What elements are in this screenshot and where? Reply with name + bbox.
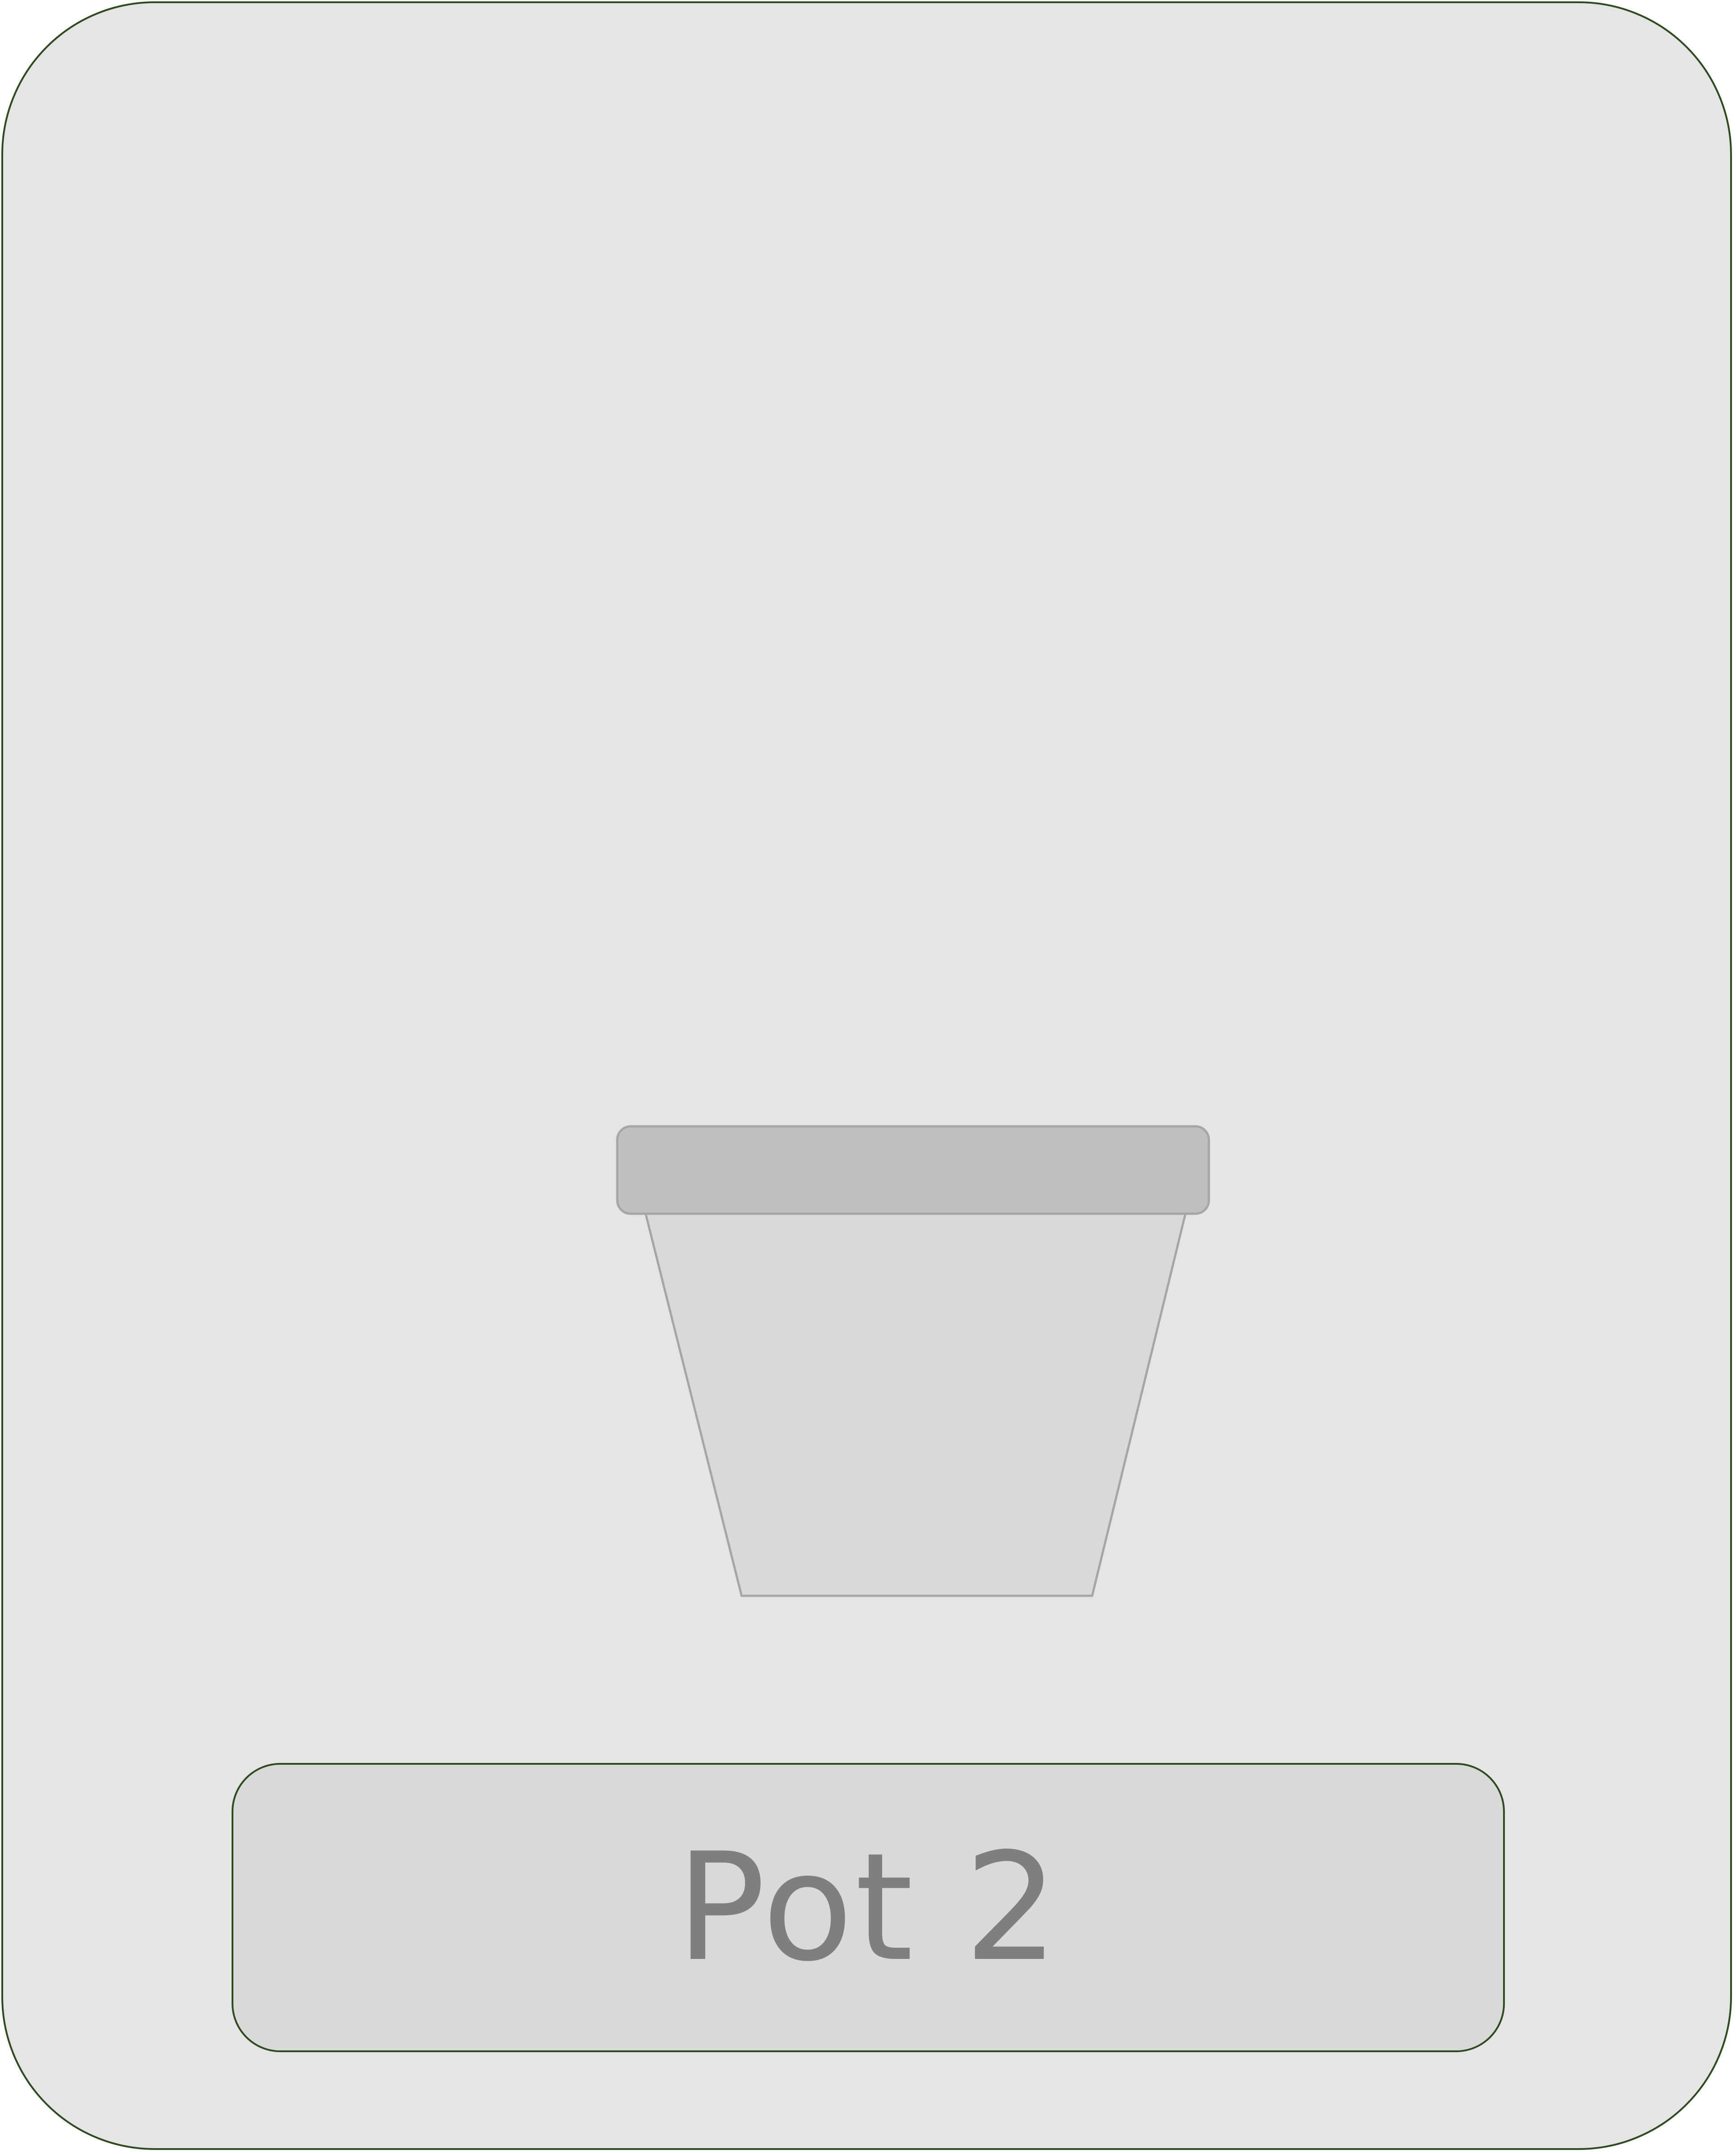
pot-rim <box>616 1125 1210 1215</box>
pot-label: Pot 2 <box>676 1821 1061 1994</box>
pot-label-box: Pot 2 <box>232 1763 1505 2052</box>
pot-body <box>643 1211 1188 1597</box>
